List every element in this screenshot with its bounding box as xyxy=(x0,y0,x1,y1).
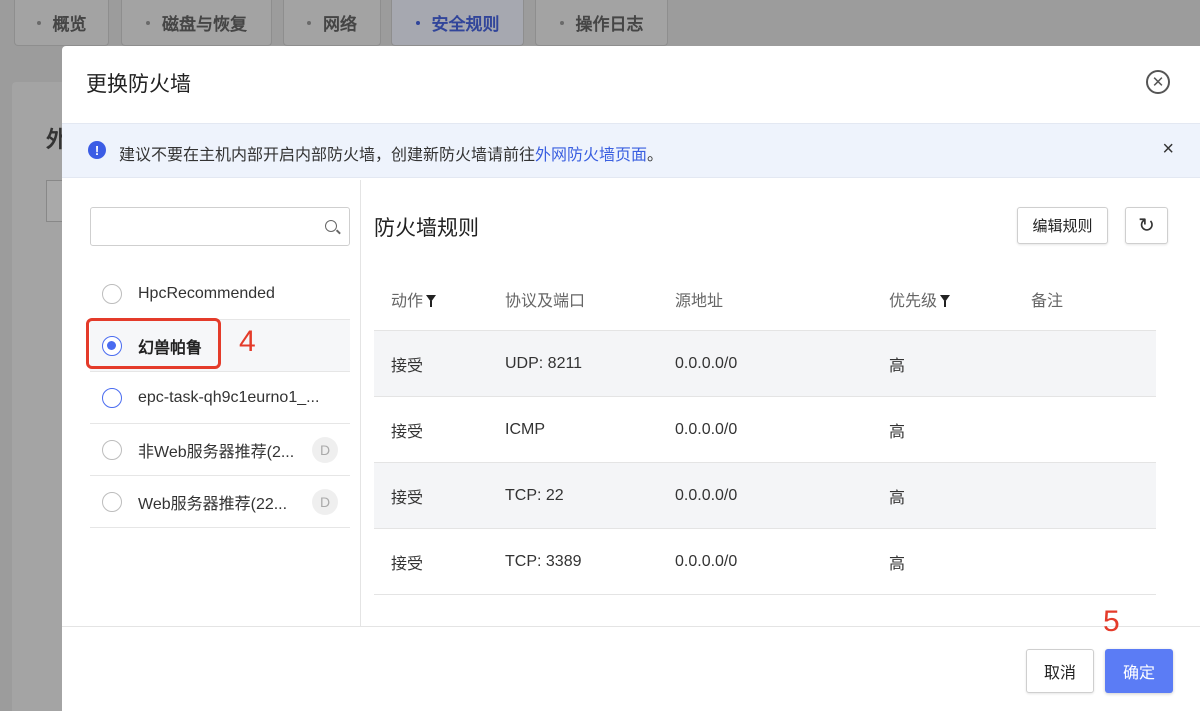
tab-dot-icon xyxy=(146,20,150,25)
tab-security-rules[interactable]: 安全规则 xyxy=(391,0,524,46)
cancel-button[interactable]: 取消 xyxy=(1026,649,1094,693)
filter-icon[interactable] xyxy=(940,295,951,307)
modal-title: 更换防火墙 xyxy=(86,73,191,96)
table-row: 接受 TCP: 3389 0.0.0.0/0 高 xyxy=(374,529,1156,595)
firewall-search-input[interactable] xyxy=(90,207,350,246)
tab-overview[interactable]: 概览 xyxy=(14,0,109,46)
tab-dot-icon xyxy=(307,20,311,25)
tab-label: 安全规则 xyxy=(431,15,500,34)
refresh-icon: ↻ xyxy=(1138,215,1155,237)
radio-button[interactable] xyxy=(102,439,122,460)
refresh-button[interactable]: ↻ xyxy=(1125,207,1168,244)
rules-title: 防火墙规则 xyxy=(374,217,479,240)
cell-protocol: UDP: 8211 xyxy=(505,354,583,372)
table-row: 接受 TCP: 22 0.0.0.0/0 高 xyxy=(374,463,1156,529)
confirm-button[interactable]: 确定 xyxy=(1105,649,1173,693)
table-header: 动作 协议及端口 源地址 优先级 备注 xyxy=(374,267,1156,331)
tab-label: 操作日志 xyxy=(575,15,644,34)
external-firewall-link[interactable]: 外网防火墙页面 xyxy=(535,147,647,164)
change-firewall-modal: 更换防火墙 ✕ ! 建议不要在主机内部开启内部防火墙，创建新防火墙请前往外网防火… xyxy=(62,46,1200,711)
firewall-item[interactable]: Web服务器推荐(22... D xyxy=(90,476,350,528)
firewall-name: 非Web服务器推荐(2... xyxy=(138,443,295,461)
column-action[interactable]: 动作 xyxy=(391,267,437,330)
notice-close-icon[interactable]: × xyxy=(1162,138,1174,161)
firewall-name: epc-task-qh9c1eurno1_... xyxy=(138,388,320,406)
column-source: 源地址 xyxy=(675,292,724,310)
annotation-highlight-box xyxy=(86,318,221,369)
annotation-step-4: 4 xyxy=(239,325,256,358)
default-badge: D xyxy=(312,488,338,515)
cell-protocol: TCP: 22 xyxy=(505,486,564,504)
cell-source: 0.0.0.0/0 xyxy=(675,552,738,570)
radio-button[interactable] xyxy=(102,283,122,304)
firewall-item[interactable]: epc-task-qh9c1eurno1_... xyxy=(90,372,350,424)
tab-label: 磁盘与恢复 xyxy=(162,15,247,34)
cell-priority: 高 xyxy=(889,555,906,573)
modal-header: 更换防火墙 ✕ xyxy=(62,46,1200,118)
table-row: 接受 UDP: 8211 0.0.0.0/0 高 xyxy=(374,331,1156,397)
cell-action: 接受 xyxy=(391,357,424,375)
tab-network[interactable]: 网络 xyxy=(283,0,381,46)
cell-protocol: ICMP xyxy=(505,420,545,438)
cell-priority: 高 xyxy=(889,423,906,441)
close-icon[interactable]: ✕ xyxy=(1146,70,1170,94)
cell-action: 接受 xyxy=(391,555,424,573)
firewall-name: Web服务器推荐(22... xyxy=(138,495,288,513)
tab-label: 概览 xyxy=(52,15,87,34)
cell-source: 0.0.0.0/0 xyxy=(675,420,738,438)
cell-priority: 高 xyxy=(889,489,906,507)
notice-message: 建议不要在主机内部开启内部防火墙，创建新防火墙请前往 xyxy=(119,147,536,164)
tab-operation-log[interactable]: 操作日志 xyxy=(535,0,668,46)
table-row: 接受 ICMP 0.0.0.0/0 高 xyxy=(374,397,1156,463)
column-label: 动作 xyxy=(391,292,424,310)
column-label: 优先级 xyxy=(889,292,938,310)
column-priority[interactable]: 优先级 xyxy=(889,267,951,330)
tab-disk-recovery[interactable]: 磁盘与恢复 xyxy=(121,0,272,46)
tab-label: 网络 xyxy=(323,15,357,34)
tab-dot-icon xyxy=(415,20,420,25)
cell-source: 0.0.0.0/0 xyxy=(675,354,738,372)
edit-rules-button[interactable]: 编辑规则 xyxy=(1017,207,1108,244)
search-icon[interactable] xyxy=(325,220,337,232)
notice-text: 建议不要在主机内部开启内部防火墙，创建新防火墙请前往外网防火墙页面。 xyxy=(119,141,663,165)
firewall-item[interactable]: HpcRecommended xyxy=(90,268,350,320)
radio-button[interactable] xyxy=(102,387,122,408)
firewall-list: HpcRecommended 幻兽帕鲁 epc-task-qh9c1eurno1… xyxy=(90,268,350,528)
cell-action: 接受 xyxy=(391,489,424,507)
rules-table: 动作 协议及端口 源地址 优先级 备注 接受 UDP: 8211 0.0.0.0… xyxy=(374,267,1156,595)
cell-source: 0.0.0.0/0 xyxy=(675,486,738,504)
tab-dot-icon xyxy=(559,20,564,25)
cell-action: 接受 xyxy=(391,423,424,441)
panel-divider xyxy=(360,180,361,627)
cell-priority: 高 xyxy=(889,357,906,375)
filter-icon[interactable] xyxy=(426,295,437,307)
annotation-step-5: 5 xyxy=(1103,605,1120,638)
column-remark: 备注 xyxy=(1031,292,1064,310)
notice-banner: ! 建议不要在主机内部开启内部防火墙，创建新防火墙请前往外网防火墙页面。 × xyxy=(62,123,1200,178)
firewall-name: HpcRecommended xyxy=(138,284,275,302)
tab-dot-icon xyxy=(36,20,41,25)
info-icon: ! xyxy=(88,141,106,159)
notice-suffix: 。 xyxy=(647,147,664,164)
column-protocol: 协议及端口 xyxy=(505,292,586,310)
default-badge: D xyxy=(312,436,338,463)
footer-divider xyxy=(62,626,1200,627)
firewall-item[interactable]: 非Web服务器推荐(2... D xyxy=(90,424,350,476)
radio-button[interactable] xyxy=(102,491,122,512)
cell-protocol: TCP: 3389 xyxy=(505,552,582,570)
